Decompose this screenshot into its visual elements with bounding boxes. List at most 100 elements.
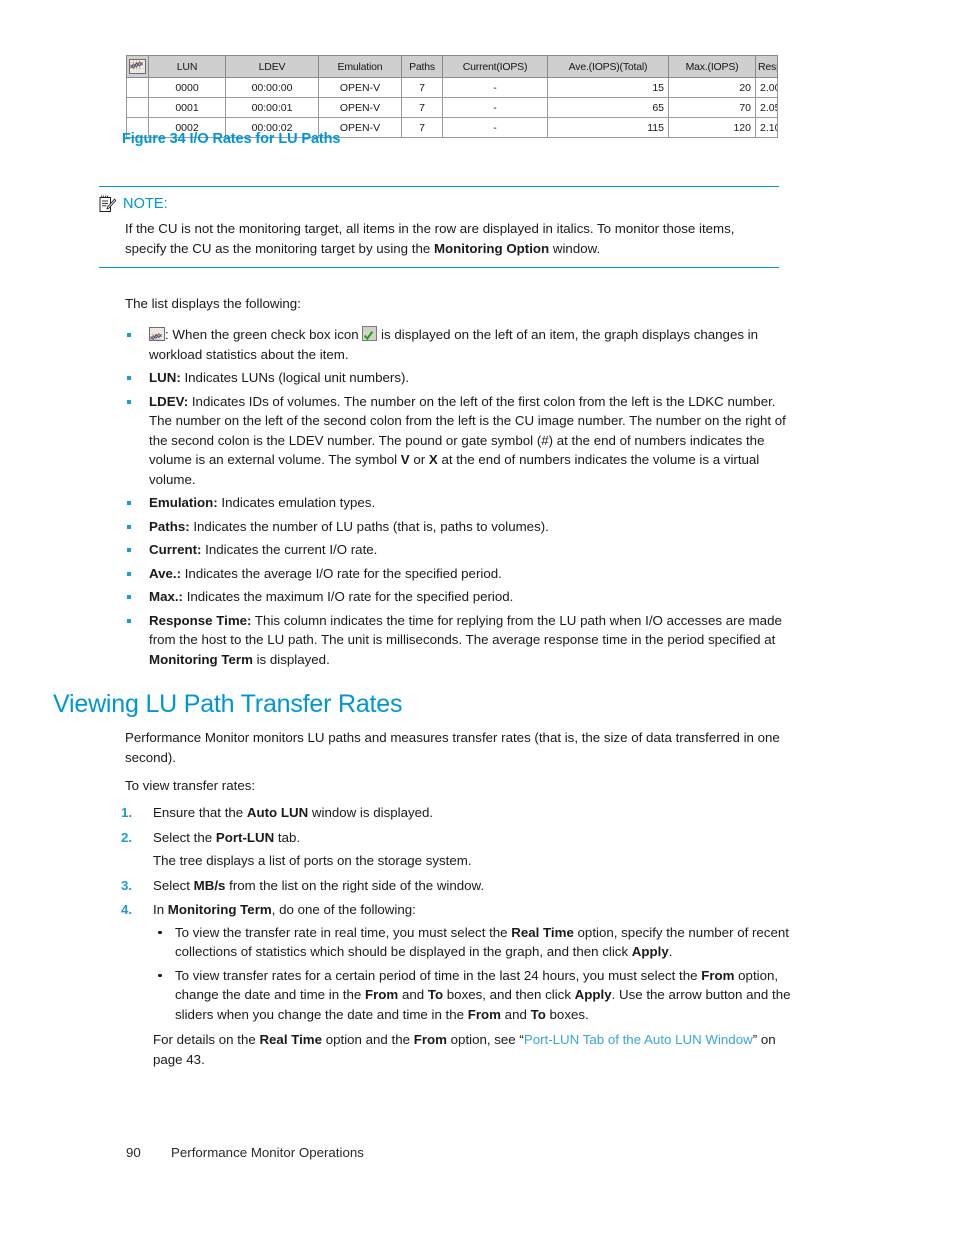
step-text-before: In [153,902,168,917]
cell-ave: 15 [547,77,669,98]
desc-ldev-mid: or [409,452,429,467]
cell-ave: 115 [547,117,669,138]
cell-emulation: OPEN-V [318,77,402,98]
note-body-prefix: If the CU is not the monitoring target, … [125,221,735,256]
step-4-options: To view the transfer rate in real time, … [153,923,806,1025]
cell-current: - [442,97,548,118]
list-item-emulation: Emulation: Indicates emulation types. [125,493,800,513]
opt1-p1: To view the transfer rate in real time, … [175,924,512,940]
page-footer: 90 Performance Monitor Operations [126,1145,364,1160]
xref-p3: option, see “ [446,1032,524,1047]
desc-paths: Indicates the number of LU paths (that i… [189,518,549,534]
note-title: NOTE: [123,196,168,212]
opt1-p3: . [668,944,673,959]
list-item-lun: LUN: Indicates LUNs (logical unit number… [125,368,800,388]
opt1-bold-apply: Apply [631,944,669,959]
step-number: 4. [121,902,133,917]
step-2: 2. Select the Port-LUN tab. The tree disp… [121,828,806,871]
opt2-bold-to-2: To [530,1006,546,1022]
cross-reference-paragraph: For details on the Real Time option and … [153,1030,806,1069]
step-1: 1. Ensure that the Auto LUN window is dis… [121,803,806,823]
term-lun: LUN: [149,370,181,385]
xref-p2: option and the [322,1032,414,1047]
cell-ave: 65 [547,97,669,118]
cell-response-time: 2.050 [755,97,778,118]
cell-paths: 7 [401,117,443,138]
list-item-paths: Paths: Indicates the number of LU paths … [125,517,800,537]
opt2-p6: and [500,1006,531,1022]
desc-max: Indicates the maximum I/O rate for the s… [183,589,514,604]
section-heading: Viewing LU Path Transfer Rates [53,690,403,718]
cell-response-time: 2.000 [755,77,778,98]
intro-text: The list displays the following: [125,296,301,311]
figure-caption: Figure 34 I/O Rates for LU Paths [122,131,341,147]
cell-emulation: OPEN-V [318,97,402,118]
note-body-suffix: window. [549,241,601,256]
option-real-time: To view the transfer rate in real time, … [153,923,806,962]
row-check-cell [126,97,149,118]
step-text-after: , do one of the following: [271,902,416,917]
section-paragraph-b: To view transfer rates: [125,778,256,793]
term-paths: Paths: [149,518,190,534]
cell-paths: 7 [401,77,443,98]
step-3: 3. Select MB/s from the list on the right… [121,876,806,896]
figure-lu-paths-table: LUN LDEV Emulation Paths Current(IOPS) A… [126,55,778,138]
opt2-bold-to-1: To [427,987,444,1002]
term-ldev: LDEV: [149,393,189,409]
table-row: 0000 00:00:00 OPEN-V 7 - 15 20 2.000 [126,77,778,98]
step-number: 1. [121,805,133,820]
row-check-cell [126,77,149,98]
column-header-response-time: Response Time(ms) [755,55,778,78]
note-header: NOTE: [99,195,779,213]
graph-icon [129,59,146,74]
note-bottom-rule [99,267,779,268]
step-bold-port-lun: Port-LUN [215,829,275,845]
section-paragraph-a: Performance Monitor monitors LU paths an… [125,730,780,765]
footer-title: Performance Monitor Operations [171,1145,364,1160]
opt2-p1: To view transfer rates for a certain per… [175,967,702,983]
column-header-emulation: Emulation [318,55,402,78]
column-header-current: Current(IOPS) [442,55,548,78]
cell-paths: 7 [401,97,443,118]
note-body: If the CU is not the monitoring target, … [125,219,775,259]
step-2-subtext: The tree displays a list of ports on the… [153,853,472,868]
cell-current: - [442,77,548,98]
step-text-after: from the list on the right side of the w… [225,877,485,893]
column-header-check [126,55,149,78]
note-pencil-icon [99,195,116,212]
procedure-steps: 1. Ensure that the Auto LUN window is dis… [121,803,806,1074]
list-item-current: Current: Indicates the current I/O rate. [125,540,800,560]
step-number: 2. [121,829,133,845]
desc-response-time-end: is displayed. [252,651,330,667]
step-text-before: Select the [153,829,216,845]
symbol-v: V [400,452,410,467]
xref-link-port-lun-tab[interactable]: Port-LUN Tab of the Auto LUN Window [524,1032,753,1047]
step-bold-mbs: MB/s [193,877,226,893]
xref-p1: For details on the [153,1032,260,1047]
column-header-ldev: LDEV [225,55,319,78]
opt2-bold-apply: Apply [574,987,612,1002]
term-ave: Ave.: [149,565,182,581]
green-check-box-icon [362,326,378,341]
table-row: 0001 00:00:01 OPEN-V 7 - 65 70 2.050 [126,97,778,118]
bold-monitoring-term: Monitoring Term [149,651,253,667]
note-top-rule [99,186,779,187]
icon-item-text-before: : When the green check box icon [165,327,363,342]
cell-current: - [442,117,548,138]
list-item-ave: Ave.: Indicates the average I/O rate for… [125,564,800,584]
opt2-p4: boxes, and then click [443,987,575,1002]
column-header-paths: Paths [401,55,443,78]
cell-response-time: 2.100 [755,117,778,138]
opt2-bold-from-2: From [365,987,399,1002]
opt2-bold-from-1: From [701,967,735,983]
cell-max: 20 [668,77,756,98]
opt2-p7: boxes. [545,1006,589,1022]
term-current: Current: [149,542,202,557]
note-admonition: NOTE: If the CU is not the monitoring ta… [99,186,779,268]
cell-ldev: 00:00:01 [225,97,319,118]
note-body-bold: Monitoring Option [433,241,550,256]
option-from: To view transfer rates for a certain per… [153,966,806,1025]
list-item-response-time: Response Time: This column indicates the… [125,611,800,670]
document-page: LUN LDEV Emulation Paths Current(IOPS) A… [0,0,954,1235]
column-header-lun: LUN [148,55,226,78]
